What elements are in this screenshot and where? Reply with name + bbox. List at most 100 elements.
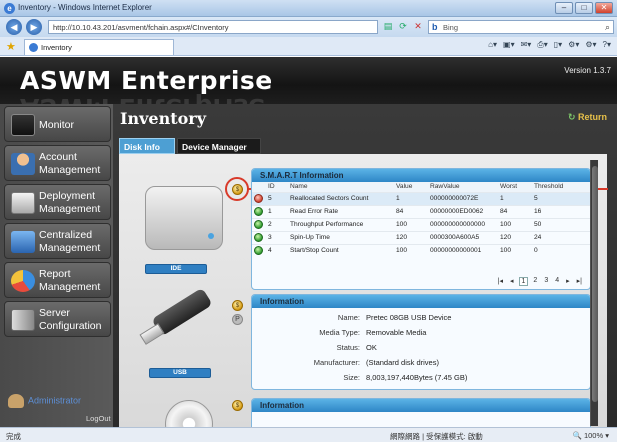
pager-page-3[interactable]: 3 [542,277,550,286]
return-button[interactable]: ↻ Return [568,112,607,123]
favorites-star-icon[interactable]: ★ [6,40,16,53]
usb-eject-icon[interactable]: P [232,314,243,325]
refresh-icon[interactable]: ⟳ [397,20,409,32]
mail-icon[interactable]: ✉▾ [521,40,532,50]
return-icon: ↻ [567,112,578,122]
current-user: Administrator [8,394,81,408]
info-row-status: Status: OK [336,343,377,352]
cell-name: Spin-Up Time [288,230,394,244]
help-menu-icon[interactable]: ?▾ [603,40,611,50]
ok-status-icon [254,246,263,256]
table-row[interactable]: 1 Read Error Rate 84 00000000ED0062 84 1… [252,204,590,218]
safety-menu-icon[interactable]: ⚙▾ [568,40,579,50]
cell-id: 3 [266,230,288,244]
account-icon [11,153,35,175]
search-icon[interactable]: ⌕ [605,22,610,33]
pager-page-2[interactable]: 2 [531,277,539,286]
pager-page-1[interactable]: 1 [518,277,529,286]
sidebar-item-report-management[interactable]: Report Management [4,262,111,298]
return-label: Return [578,112,607,122]
app-header: ASWM Enterprise ASWM Enterprise Version … [0,57,617,104]
compatibility-icon[interactable]: ▤ [382,20,394,32]
current-user-name: Administrator [28,395,82,406]
usb-info-title: Information [252,295,590,308]
smart-panel: S.M.A.R.T Information ID Name Value RawV… [251,168,591,290]
deployment-icon [11,192,35,214]
pager-prev-button[interactable]: ◂ [508,277,516,286]
tab-device-manager[interactable]: Device Manager [177,138,261,154]
cell-name: Start/Stop Count [288,243,394,257]
hdd-device-icon[interactable] [145,186,223,250]
col-name[interactable]: Name [288,182,394,192]
pager-page-4[interactable]: 4 [553,277,561,286]
tools-menu-icon[interactable]: ⚙▾ [585,40,596,50]
cell-rawvalue: 000000000000000 [428,217,498,231]
window-title: Inventory - Windows Internet Explorer [18,3,152,12]
main-content: Inventory ↻ Return Disk Info Device Mana… [113,104,617,442]
cell-rawvalue: 000000000072E [428,191,498,205]
sidebar-item-monitor[interactable]: Monitor [4,106,111,142]
info-row-name: Name: Pretec 08GB USB Device [337,313,452,322]
table-row[interactable]: 2 Throughput Performance 100 00000000000… [252,217,590,231]
device-label-usb[interactable]: USB [149,368,211,378]
pager-next-button[interactable]: ▸ [564,277,572,286]
page-menu-icon[interactable]: ▯▾ [554,40,562,50]
centralized-icon [11,231,35,253]
cell-worst: 1 [498,191,532,205]
stop-icon[interactable]: ✕ [412,20,424,32]
cell-value: 120 [394,230,428,244]
sidebar: Monitor Account Management Deployment Mana… [0,104,113,427]
table-row[interactable]: 4 Start/Stop Count 100 00000000000001 10… [252,243,590,257]
search-input[interactable]: b Bing ⌕ [428,20,614,34]
cell-name: Throughput Performance [288,217,394,231]
usb-status-icon[interactable]: $ [232,300,243,311]
cell-threshold: 24 [532,230,590,244]
zoom-control[interactable]: 🔍 100% ▾ [573,431,609,440]
scrollbar-thumb[interactable] [592,166,598,402]
pager-last-button[interactable]: ▸| [575,277,584,286]
tab-disk-info[interactable]: Disk Info [119,138,175,154]
col-rawvalue[interactable]: RawValue [428,182,498,192]
sidebar-item-server-configuration[interactable]: Server Configuration [4,301,111,337]
cell-id: 1 [266,204,288,218]
dvd-status-icon[interactable]: $ [232,400,243,411]
sidebar-item-label: Report Management [39,268,101,293]
sidebar-item-account-management[interactable]: Account Management [4,145,111,181]
logout-link[interactable]: LogOut [86,414,111,423]
col-worst[interactable]: Worst [498,182,532,192]
sidebar-item-label: Account Management [39,151,101,176]
ok-status-icon [254,220,263,229]
print-icon[interactable]: ⎙▾ [537,40,547,50]
browser-tab[interactable]: Inventory [24,39,174,55]
sidebar-item-centralized-management[interactable]: Centralized Management [4,223,111,259]
maximize-button[interactable]: □ [575,2,593,14]
usb-info-panel: Information Name: Pretec 08GB USB Device … [251,294,591,390]
device-label-ide[interactable]: IDE [145,264,207,274]
table-row[interactable]: 3 Spin-Up Time 120 0000300A600A5 120 24 [252,230,590,244]
col-id[interactable]: ID [266,182,288,192]
ok-status-icon [254,233,263,242]
cell-value: 100 [394,243,428,257]
page-favicon-icon [29,43,38,52]
pager-first-button[interactable]: |◂ [496,277,505,286]
home-icon[interactable]: ⌂▾ [488,40,497,50]
info-row-manufacturer: Manufacturer: (Standard disk drives) [313,358,439,367]
col-value[interactable]: Value [394,182,428,192]
table-row[interactable]: 5 Reallocated Sectors Count 1 0000000000… [252,191,590,205]
cell-name: Read Error Rate [288,204,394,218]
url-input[interactable]: http://10.10.43.201/asvment/fchain.aspx#… [48,20,378,34]
cell-id: 5 [266,191,288,205]
close-window-button[interactable]: ✕ [595,2,613,14]
minimize-button[interactable]: – [555,2,573,14]
sidebar-item-deployment-management[interactable]: Deployment Management [4,184,111,220]
back-button[interactable]: ◀ [6,19,22,35]
smart-panel-title: S.M.A.R.T Information [252,169,590,182]
feeds-icon[interactable]: ▣▾ [503,40,515,50]
sidebar-item-label: Monitor [39,119,75,131]
cell-worst: 100 [498,217,532,231]
col-threshold[interactable]: Threshold [532,182,590,192]
administrator-icon [8,394,24,408]
content-scrollbar[interactable] [590,160,598,426]
app-title: ASWM Enterprise [20,66,273,95]
forward-button[interactable]: ▶ [26,19,42,35]
